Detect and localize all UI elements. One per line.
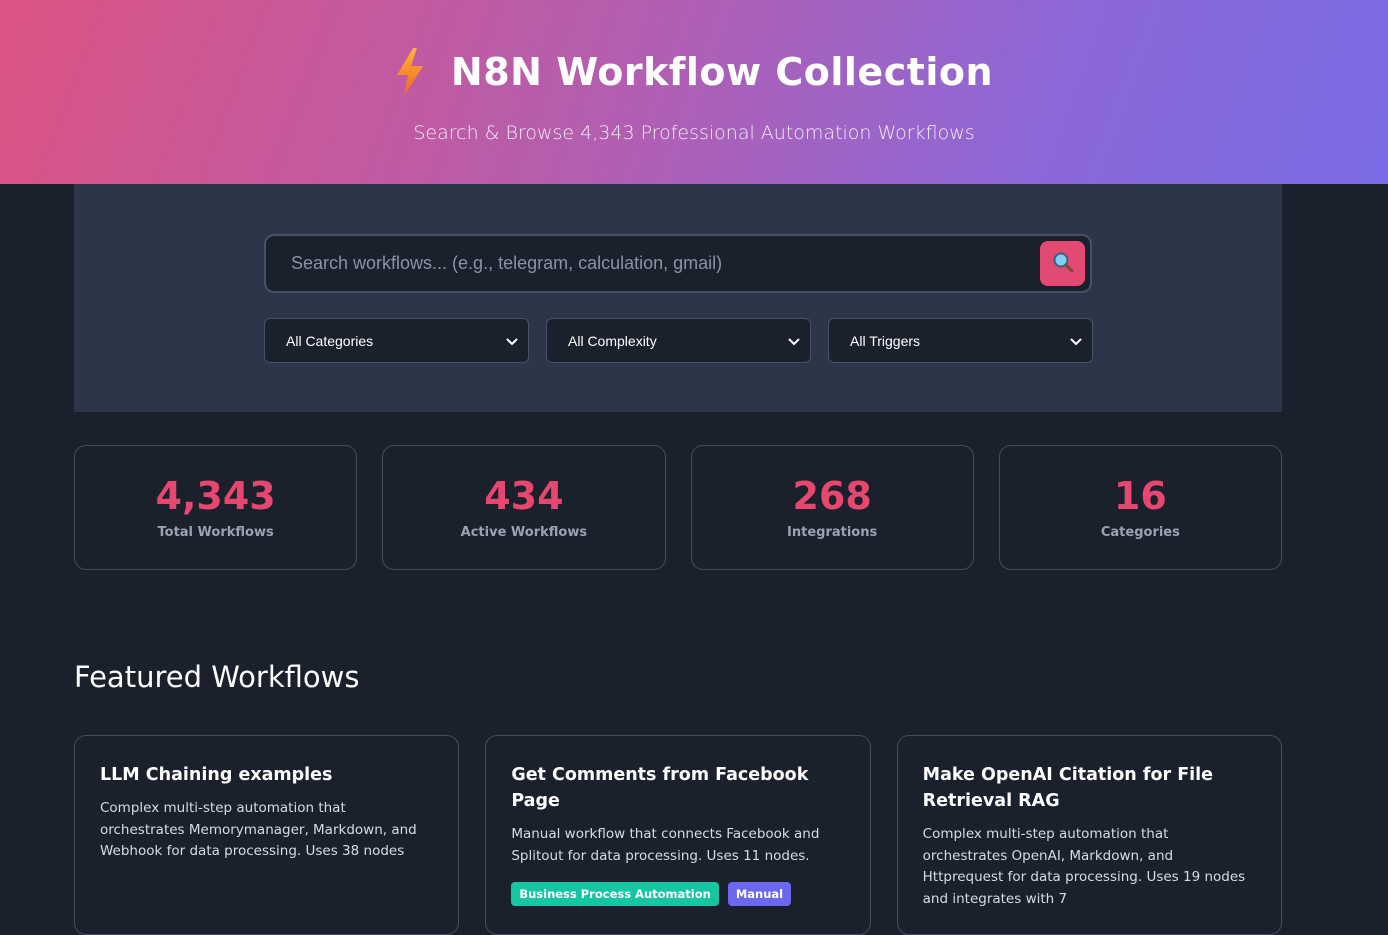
workflow-card-description: Complex multi-step automation that orche… bbox=[100, 800, 417, 859]
workflow-card[interactable]: LLM Chaining examples Complex multi-step… bbox=[74, 735, 460, 935]
workflow-card-description: Complex multi-step automation that orche… bbox=[922, 826, 1246, 907]
hero-title-row: N8N Workflow Collection bbox=[0, 48, 1388, 96]
filter-row: All Categories All Complexity All Trigge… bbox=[264, 318, 1093, 363]
chevron-down-icon bbox=[506, 333, 518, 349]
stat-value: 16 bbox=[1113, 474, 1167, 518]
chevron-down-icon bbox=[1070, 333, 1082, 349]
stats-row: 4,343 Total Workflows 434 Active Workflo… bbox=[74, 445, 1282, 570]
complexity-select-value: All Complexity bbox=[568, 332, 657, 349]
stat-card-integrations: 268 Integrations bbox=[690, 445, 974, 570]
trigger-tag[interactable]: Manual bbox=[727, 882, 792, 906]
category-select[interactable]: All Categories bbox=[264, 318, 529, 363]
lightning-icon bbox=[395, 48, 425, 96]
stat-label: Active Workflows bbox=[460, 525, 588, 540]
trigger-select-value: All Triggers bbox=[850, 332, 921, 349]
stat-value: 4,343 bbox=[155, 474, 276, 518]
workflow-card[interactable]: Make OpenAI Citation for File Retrieval … bbox=[896, 735, 1282, 935]
category-select-value: All Categories bbox=[286, 332, 374, 349]
stat-label: Categories bbox=[1100, 525, 1180, 540]
workflow-card[interactable]: Get Comments from Facebook Page Manual w… bbox=[485, 735, 871, 935]
hero-header: N8N Workflow Collection Search & Browse … bbox=[0, 0, 1388, 184]
search-panel: All Categories All Complexity All Trigge… bbox=[74, 184, 1282, 412]
search-button[interactable] bbox=[1040, 241, 1085, 286]
workflow-card-description: Manual workflow that connects Facebook a… bbox=[511, 826, 820, 864]
workflow-card-tags: Business Process Automation Manual bbox=[511, 882, 844, 906]
stat-label: Total Workflows bbox=[157, 525, 274, 540]
complexity-select[interactable]: All Complexity bbox=[546, 318, 811, 363]
stat-label: Integrations bbox=[787, 525, 878, 540]
featured-section-title: Featured Workflows bbox=[74, 660, 360, 694]
stat-value: 434 bbox=[484, 474, 564, 518]
chevron-down-icon bbox=[788, 333, 800, 349]
category-tag[interactable]: Business Process Automation bbox=[511, 882, 719, 906]
page-subtitle: Search & Browse 4,343 Professional Autom… bbox=[413, 122, 975, 144]
search-input[interactable] bbox=[266, 236, 1026, 291]
workflow-card-title: LLM Chaining examples bbox=[100, 765, 333, 785]
search-icon bbox=[1052, 251, 1074, 276]
page-title: N8N Workflow Collection bbox=[450, 50, 994, 94]
workflow-card-title: Make OpenAI Citation for File Retrieval … bbox=[922, 765, 1214, 811]
stat-card-total-workflows: 4,343 Total Workflows bbox=[74, 445, 358, 570]
trigger-select[interactable]: All Triggers bbox=[828, 318, 1093, 363]
stat-card-categories: 16 Categories bbox=[998, 445, 1282, 570]
search-box bbox=[264, 234, 1092, 293]
workflow-card-title: Get Comments from Facebook Page bbox=[511, 765, 809, 811]
stat-value: 268 bbox=[792, 474, 872, 518]
stat-card-active-workflows: 434 Active Workflows bbox=[382, 445, 666, 570]
featured-workflow-list: LLM Chaining examples Complex multi-step… bbox=[74, 735, 1282, 935]
